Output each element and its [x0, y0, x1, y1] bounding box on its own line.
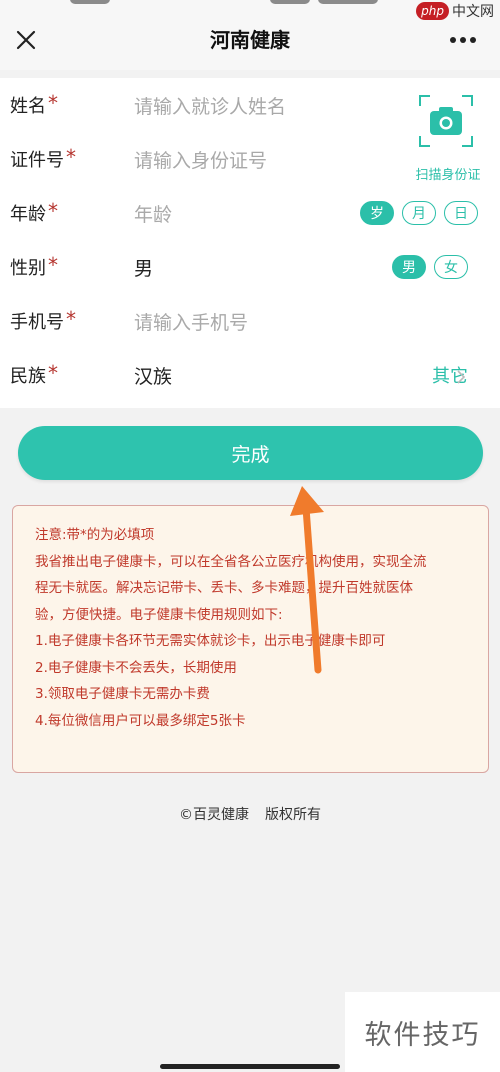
watermark-php-badge: php [416, 2, 449, 20]
page-title: 河南健康 [210, 28, 290, 52]
age-unit-month[interactable]: 月 [402, 201, 436, 225]
watermark-bottom: 软件技巧 [345, 992, 500, 1072]
phone-input[interactable]: 请输入手机号 [134, 296, 248, 350]
more-button[interactable] [446, 24, 480, 56]
ethnicity-value: 汉族 [134, 366, 173, 388]
notice-line: 注意:带*的为必填项 [35, 527, 155, 543]
done-button[interactable]: 完成 [18, 426, 483, 480]
age-label: 年龄 * [10, 199, 58, 225]
age-unit-year[interactable]: 岁 [360, 201, 394, 225]
notice-line: 我省推出电子健康卡，可以在全省各公立医疗机构使用，实现全流 [35, 553, 427, 570]
required-mark: * [66, 145, 76, 169]
name-input[interactable]: 请输入就诊人姓名 [134, 80, 286, 134]
camera-scan-icon [419, 95, 473, 147]
age-input[interactable]: 年龄 [134, 188, 172, 242]
required-mark: * [48, 361, 58, 385]
required-mark: * [48, 91, 58, 115]
rights-text: 版权所有 [265, 807, 321, 823]
close-icon [16, 30, 36, 50]
gender-label: 性别 * [10, 253, 58, 279]
close-button[interactable] [10, 24, 42, 56]
scan-id-card-button[interactable]: 扫描身份证 [410, 90, 486, 190]
notice-box: 注意:带*的为必填项 我省推出电子健康卡，可以在全省各公立医疗机构使用，实现全流… [12, 505, 489, 773]
id-number-label: 证件号 * [10, 145, 76, 171]
age-unit-selector: 岁 月 日 [360, 201, 478, 225]
home-indicator [160, 1064, 340, 1069]
gender-value: 男 [134, 258, 154, 280]
more-dots-icon [450, 37, 476, 43]
chevron-right-icon [457, 370, 466, 384]
notice-line: 程无卡就医。解决忘记带卡、丢卡、多卡难题，提升百姓就医体 [35, 580, 413, 596]
gender-male-option[interactable]: 男 [392, 255, 426, 279]
phone-label: 手机号 * [10, 307, 76, 333]
gender-selector: 男 女 [392, 255, 468, 279]
notice-line: 3.领取电子健康卡无需办卡费 [35, 686, 210, 702]
gender-female-option[interactable]: 女 [434, 255, 468, 279]
scan-id-card-label: 扫描身份证 [415, 168, 481, 183]
name-label: 姓名 * [10, 91, 58, 117]
required-mark: * [48, 199, 58, 223]
id-number-input[interactable]: 请输入身份证号 [134, 134, 267, 188]
patient-form: 姓名 * 请输入就诊人姓名 证件号 * 请输入身份证号 扫描身份证 年龄 * 年龄 岁… [0, 78, 500, 408]
watermark-cn-text: 中文网 [452, 4, 494, 20]
age-unit-day[interactable]: 日 [444, 201, 478, 225]
notice-line: 4.每位微信用户可以最多绑定5张卡 [35, 712, 246, 729]
notice-line: 验，方便快捷。电子健康卡使用规则如下: [35, 606, 283, 623]
required-mark: * [66, 307, 76, 331]
notice-line: 2.电子健康卡不会丢失，长期使用 [35, 659, 237, 676]
gender-row: 性别 * 男 男 女 [0, 242, 500, 296]
copyright-text: ©百灵健康 [179, 807, 249, 823]
watermark-top: php 中文网 [416, 0, 494, 22]
navigation-bar: php 中文网 河南健康 [0, 0, 500, 70]
phone-row: 手机号 * 请输入手机号 [0, 296, 500, 350]
notice-line: 1.电子健康卡各环节无需实体就诊卡，出示电子健康卡即可 [35, 633, 386, 649]
age-row: 年龄 * 年龄 岁 月 日 [0, 188, 500, 242]
ethnicity-row[interactable]: 民族 * 汉族 其它 [0, 350, 500, 404]
ethnicity-label: 民族 * [10, 361, 58, 387]
footer-copyright: ©百灵健康 版权所有 [0, 804, 500, 824]
required-mark: * [48, 253, 58, 277]
